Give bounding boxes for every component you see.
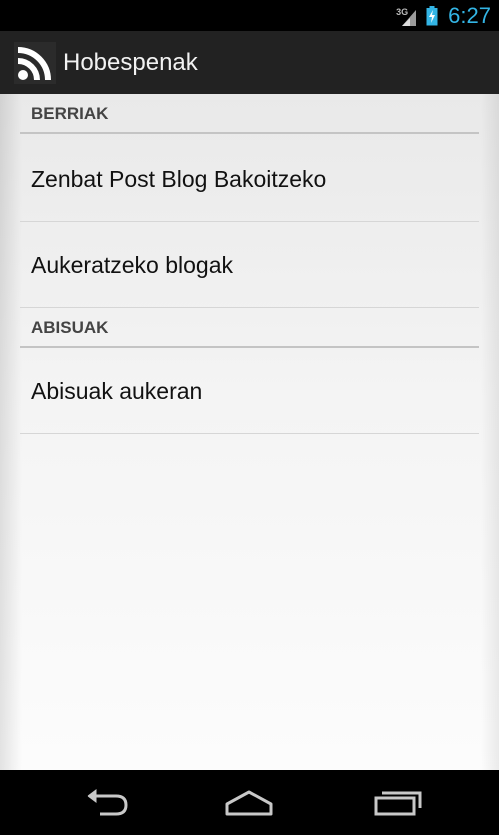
section-header-label: ABISUAK — [31, 318, 109, 337]
pref-item-notifications[interactable]: Abisuak aukeran — [20, 348, 479, 434]
status-bar: 3G 6:27 — [0, 0, 499, 31]
clock: 6:27 — [448, 2, 491, 28]
pref-item-label: Aukeratzeko blogak — [31, 252, 234, 278]
section-header-berriak: BERRIAK — [20, 94, 479, 134]
battery-charging-icon — [426, 5, 438, 26]
preferences-list: BERRIAK Zenbat Post Blog Bakoitzeko Auke… — [0, 94, 499, 770]
pref-item-label: Abisuak aukeran — [31, 378, 203, 404]
signal-icon: 3G — [396, 4, 418, 28]
action-bar: Hobespenak — [0, 31, 499, 94]
pref-item-selectable-blogs[interactable]: Aukeratzeko blogak — [20, 222, 479, 308]
rss-feed-icon[interactable] — [14, 42, 56, 84]
status-icons: 3G 6:27 — [396, 0, 491, 31]
page-title: Hobespenak — [63, 49, 198, 76]
navigation-bar — [0, 770, 499, 835]
recent-apps-icon[interactable] — [366, 784, 426, 820]
network-type: 3G — [396, 6, 409, 17]
section-header-label: BERRIAK — [31, 104, 109, 123]
pref-item-label: Zenbat Post Blog Bakoitzeko — [31, 166, 327, 192]
pref-item-posts-per-blog[interactable]: Zenbat Post Blog Bakoitzeko — [20, 136, 479, 222]
section-header-abisuak: ABISUAK — [20, 308, 479, 348]
back-icon[interactable] — [74, 784, 134, 820]
home-icon[interactable] — [219, 784, 279, 820]
